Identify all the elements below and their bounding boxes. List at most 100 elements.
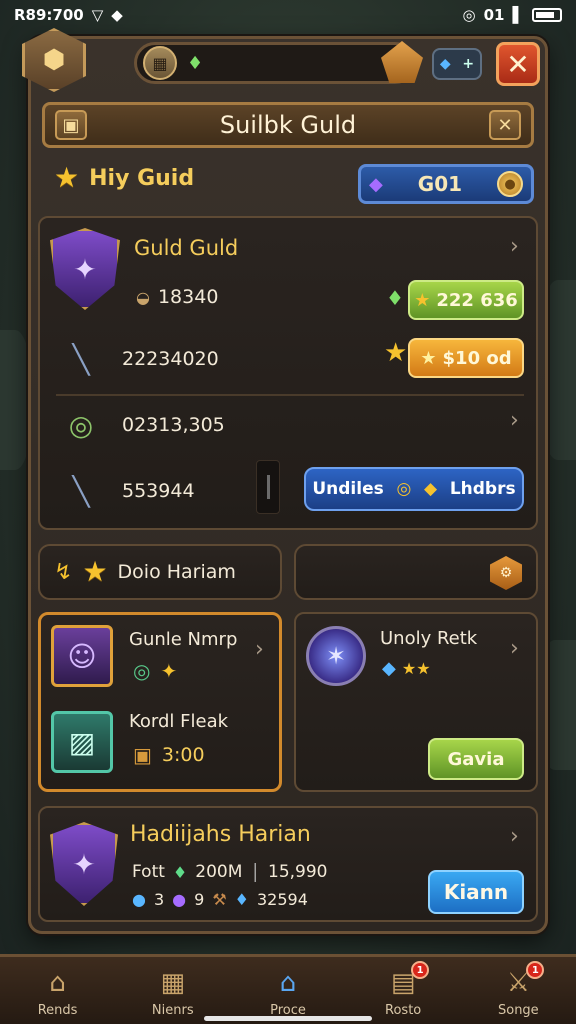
section2-label: Doio Hariam <box>117 561 236 583</box>
stars-icon: ★★ <box>401 659 431 678</box>
shield-ornament-icon <box>381 41 423 83</box>
scroll-icon: ╲ <box>72 474 90 508</box>
battery-icon <box>532 8 562 22</box>
stat-row-3[interactable]: ◎ 02313,305 <box>58 402 225 448</box>
location-icon: ◎ <box>462 6 476 24</box>
heroes-substats: ● 3 ● 9 ⚒ ♦ 32594 <box>132 890 308 909</box>
guild-shield-row: ✦ <box>50 228 120 310</box>
bottom-nav: ⌂ Rends ▦ Nienrs ⌂ Proce ▤ 1 Rosto ⚔ 1 S… <box>0 954 576 1024</box>
crystal-icon: ♦ <box>172 862 188 882</box>
top-bar: ⬢ ▦ ♦ ◆ + ✕ <box>22 28 548 96</box>
hero-portrait-icon: ☺ <box>51 625 113 687</box>
nav-label: Songe <box>497 1003 539 1018</box>
my-guild-header: ★ Hiy Guid <box>54 164 194 192</box>
page-title: Suilbk Guld <box>219 111 357 139</box>
title-bar: ▣ Suilbk Guld ✕ <box>42 102 534 148</box>
chevron-right-icon[interactable]: › <box>510 234 519 259</box>
stat-value-2: 15,990 <box>268 862 328 882</box>
slider-handle[interactable] <box>256 460 280 514</box>
chevron-right-icon[interactable]: › <box>255 637 264 662</box>
stat-row-4: ╲ 553944 <box>58 468 195 514</box>
notification-badge: 1 <box>411 961 430 979</box>
sub-value-1: 3 <box>153 890 165 909</box>
purple-orb-icon: ● <box>172 890 187 909</box>
stat-value-1: 18340 <box>157 286 219 308</box>
star-icon: ★ <box>414 289 431 311</box>
split-action-button[interactable]: Undiles ◎ ◆ Lhdbrs <box>304 467 524 511</box>
sub-value-3: 32594 <box>257 890 308 909</box>
sub-value-2: 9 <box>194 890 205 909</box>
blue-gem-icon: ◆ <box>439 56 451 72</box>
grid-icon: ▦ <box>160 968 186 998</box>
heroes-action-label: Kiann <box>443 880 509 904</box>
resource-bar: ▦ ♦ <box>134 41 423 84</box>
rune-orb-icon: ✶ <box>306 626 366 686</box>
section-header-right: ⚙ <box>294 544 538 600</box>
nav-label: Rosto <box>385 1003 422 1018</box>
guild-currency-button[interactable]: ◆ G01 ● <box>358 164 534 204</box>
guild-name-row[interactable]: Guld Guld <box>134 236 238 260</box>
hero-title: Gunle Nmrp <box>129 629 238 650</box>
split-right-label: Lhdbrs <box>449 479 516 499</box>
rune-action-button[interactable]: Gavia <box>428 738 524 780</box>
star-icon: ★ <box>420 347 437 369</box>
house-icon: ⌂ <box>49 968 66 998</box>
signal-icon: ▌ <box>512 6 524 24</box>
clock-text: R89:700 <box>14 6 84 24</box>
rune-badges: ◆ ★★ <box>382 658 431 679</box>
upgrade-button-1[interactable]: ★ 222 636 <box>408 280 524 320</box>
stat-row-1: ◒ 18340 <box>136 286 218 308</box>
heroes-shield-icon: ✦ <box>50 822 118 906</box>
section2-header: ↯ ★ Doio Hariam <box>54 558 236 586</box>
rune-title: Unoly Retk <box>380 628 478 649</box>
blue-orb-icon: ● <box>132 890 146 909</box>
status-bar: R89:700 ▽ ◆ ◎ 01 ▌ <box>0 0 576 30</box>
guild-emblem-icon[interactable]: ⬢ <box>22 28 86 92</box>
nav-label: Nienrs <box>151 1003 194 1018</box>
divider <box>56 394 524 396</box>
map-icon[interactable]: ▦ <box>143 46 177 80</box>
heroes-stats: Fott ♦ 200M │ 15,990 <box>132 862 328 882</box>
green-gem-icon: ♦ <box>187 52 204 74</box>
guild-shield-icon: ✦ <box>50 228 120 310</box>
star-icon: ★ <box>82 555 108 588</box>
heroes-shield: ✦ <box>50 822 118 906</box>
gold-key-icon: ✦ <box>160 659 178 683</box>
artifact-title: Kordl Fleak <box>129 711 229 732</box>
notification-icon: ◆ <box>111 6 123 24</box>
heroes-panel[interactable]: ✦ Hadiijahs Harian › Fott ♦ 200M │ 15,99… <box>38 806 538 922</box>
chevron-right-icon[interactable]: › <box>510 824 519 849</box>
close-button[interactable]: ✕ <box>496 42 540 86</box>
badge-icon: ◎ <box>396 479 412 499</box>
rune-card[interactable]: ✶ Unoly Retk › ◆ ★★ Gavia <box>294 612 538 792</box>
hammer-icon: ⚒ <box>212 890 227 909</box>
chevron-right-icon[interactable]: › <box>510 636 519 661</box>
home-indicator[interactable] <box>204 1016 372 1021</box>
status-text: 01 <box>483 6 505 24</box>
hero-badges: ◎ ✦ <box>133 659 177 683</box>
settings-hex-button[interactable]: ⚙ <box>490 556 522 590</box>
rune-orb: ✶ <box>306 626 366 686</box>
heroes-action-button[interactable]: Kiann <box>428 870 524 914</box>
green-gem-icon: ♦ <box>386 286 404 310</box>
scroll-icon: ╲ <box>72 342 90 376</box>
stat-label: Fott <box>132 862 165 882</box>
chevron-right-icon[interactable]: › <box>510 408 519 433</box>
nav-item-castle[interactable]: ⌂ Proce <box>240 967 336 1018</box>
back-button[interactable]: ▣ <box>55 110 87 140</box>
hero-portrait: ☺ <box>51 625 113 687</box>
stat-row-2: ╲ 22234020 <box>58 336 219 382</box>
star-icon: ★ <box>54 161 80 194</box>
guild-currency-value: G01 <box>417 172 463 196</box>
dismiss-button[interactable]: ✕ <box>489 110 521 140</box>
quick-add-button[interactable]: ◆ + <box>432 48 482 80</box>
nav-item-grid[interactable]: ▦ Nienrs <box>125 967 221 1018</box>
add-label: + <box>462 56 475 72</box>
nav-item-home[interactable]: ⌂ Rends <box>10 967 106 1018</box>
nav-item-chest[interactable]: ▤ 1 Rosto <box>355 961 451 1018</box>
artifact-timer: ▣ 3:00 <box>133 743 205 767</box>
hero-card[interactable]: ☺ Gunle Nmrp › ◎ ✦ ▨ Kordl Fleak ▣ 3:00 <box>38 612 282 792</box>
blue-gem-icon: ◆ <box>382 658 396 679</box>
nav-item-sword[interactable]: ⚔ 1 Songe <box>470 961 566 1018</box>
upgrade-button-2[interactable]: ★ $10 od <box>408 338 524 378</box>
